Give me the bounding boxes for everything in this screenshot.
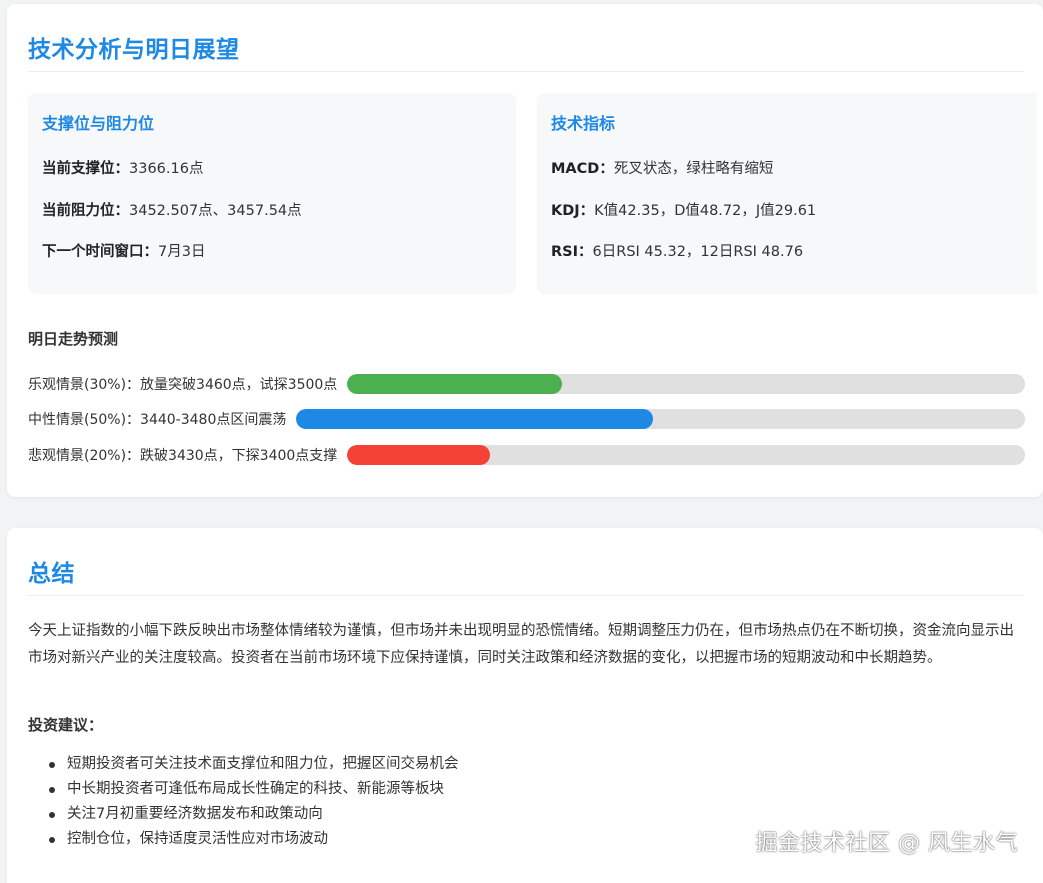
- tech-indicators-panel: 技术指标 MACD：死叉状态，绿柱略有缩短 KDJ：K值42.35，D值48.7…: [537, 93, 1037, 294]
- scenario-pessimistic-bar: [347, 445, 491, 465]
- title-divider: [28, 71, 1024, 72]
- scenario-pessimistic: 悲观情景(20%)：跌破3430点，下探3400点支撑: [28, 444, 1025, 466]
- advice-item: 中长期投资者可逢低布局成长性确定的科技、新能源等板块: [47, 777, 459, 802]
- support-level-row: 当前支撑位：3366.16点: [42, 157, 203, 178]
- watermark: 掘金技术社区 @ 风生水气: [755, 831, 1018, 856]
- scenario-optimistic: 乐观情景(30%)：放量突破3460点，试探3500点: [28, 373, 1025, 395]
- resistance-level-label: 当前阻力位：: [42, 203, 129, 219]
- tech-analysis-title: 技术分析与明日展望: [28, 37, 240, 63]
- scenario-pessimistic-track: [347, 445, 1025, 465]
- scenario-neutral-bar: [296, 409, 654, 429]
- support-level-value: 3366.16点: [129, 161, 204, 177]
- advice-title: 投资建议：: [28, 716, 104, 734]
- kdj-row: KDJ：K值42.35，D值48.72，J值29.61: [551, 199, 816, 220]
- time-window-label: 下一个时间窗口：: [42, 244, 158, 260]
- rsi-label: RSI：: [551, 244, 593, 260]
- support-resistance-panel: 支撑位与阻力位 当前支撑位：3366.16点 当前阻力位：3452.507点、3…: [28, 93, 516, 294]
- scenario-neutral-track: [296, 409, 1025, 429]
- time-window-row: 下一个时间窗口：7月3日: [42, 240, 205, 261]
- scenario-optimistic-track: [347, 374, 1025, 394]
- scenario-optimistic-bar: [347, 374, 562, 394]
- indicators-panel-title: 技术指标: [551, 114, 616, 133]
- resistance-level-row: 当前阻力位：3452.507点、3457.54点: [42, 199, 302, 220]
- summary-divider: [28, 595, 1024, 596]
- advice-item: 短期投资者可关注技术面支撑位和阻力位，把握区间交易机会: [47, 752, 459, 777]
- tech-analysis-card: 技术分析与明日展望 支撑位与阻力位 当前支撑位：3366.16点 当前阻力位：3…: [7, 4, 1043, 497]
- resistance-level-value: 3452.507点、3457.54点: [129, 203, 302, 219]
- summary-paragraph: 今天上证指数的小幅下跌反映出市场整体情绪较为谨慎，但市场并未出现明显的恐慌情绪。…: [28, 623, 1014, 666]
- scenario-pessimistic-label: 悲观情景(20%)：跌破3430点，下探3400点支撑: [28, 448, 338, 464]
- advice-item: 关注7月初重要经济数据发布和政策动向: [47, 802, 459, 827]
- support-level-label: 当前支撑位：: [42, 161, 129, 177]
- scenario-neutral: 中性情景(50%)：3440-3480点区间震荡: [28, 408, 1025, 430]
- forecast-title: 明日走势预测: [28, 330, 119, 348]
- rsi-value: 6日RSI 45.32，12日RSI 48.76: [592, 244, 804, 260]
- advice-item: 控制仓位，保持适度灵活性应对市场波动: [47, 827, 459, 852]
- macd-row: MACD：死叉状态，绿柱略有缩短: [551, 157, 773, 178]
- kdj-label: KDJ：: [551, 203, 595, 219]
- rsi-row: RSI：6日RSI 45.32，12日RSI 48.76: [551, 240, 803, 261]
- advice-list: 短期投资者可关注技术面支撑位和阻力位，把握区间交易机会 中长期投资者可逢低布局成…: [47, 752, 459, 852]
- support-panel-title: 支撑位与阻力位: [42, 114, 155, 133]
- macd-value: 死叉状态，绿柱略有缩短: [613, 161, 774, 177]
- kdj-value: K值42.35，D值48.72，J值29.61: [594, 203, 817, 219]
- scenario-neutral-label: 中性情景(50%)：3440-3480点区间震荡: [28, 412, 287, 428]
- summary-title: 总结: [28, 561, 75, 587]
- macd-label: MACD：: [551, 161, 614, 177]
- time-window-value: 7月3日: [158, 244, 206, 260]
- scenario-optimistic-label: 乐观情景(30%)：放量突破3460点，试探3500点: [28, 377, 338, 393]
